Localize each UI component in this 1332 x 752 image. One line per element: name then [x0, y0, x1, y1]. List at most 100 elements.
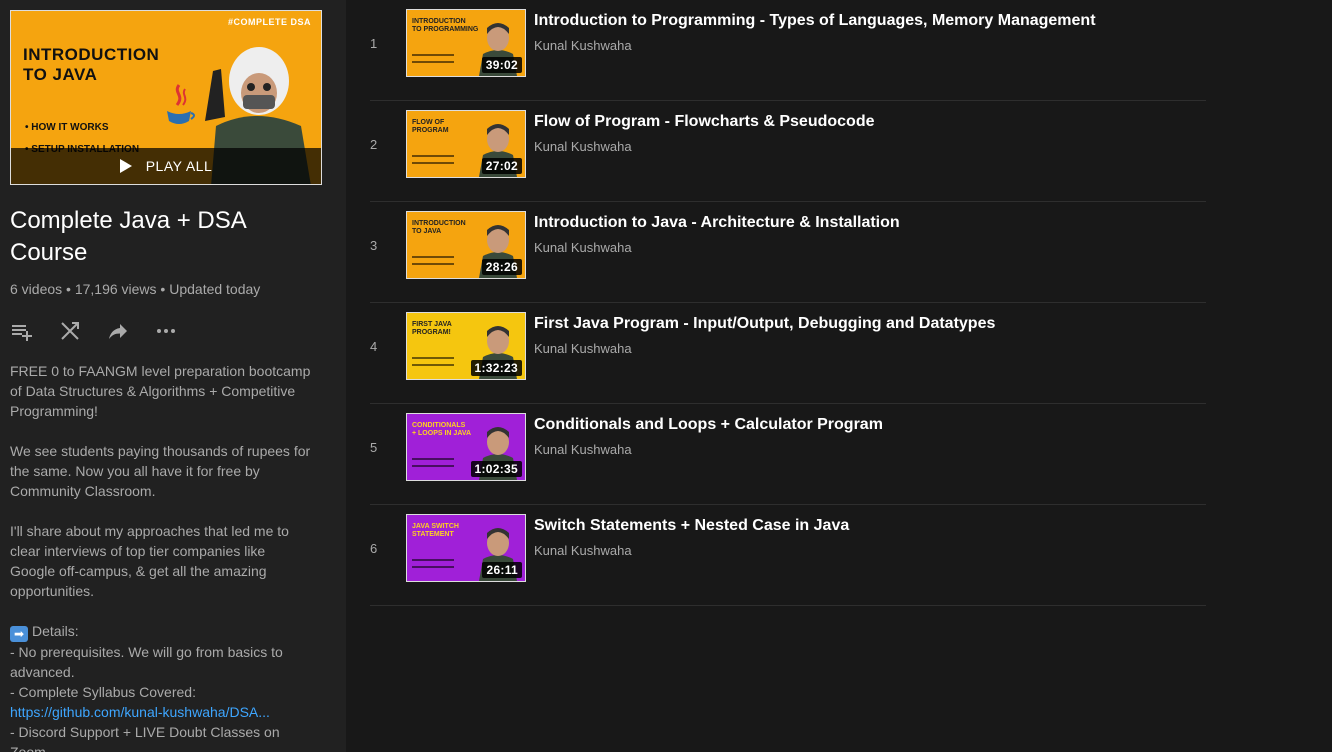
playlist-video-row[interactable]: 5 CONDITIONALS + LOOPS IN JAVA 1:02:35 C… — [370, 404, 1206, 505]
hero-title-line1: INTRODUCTION — [23, 45, 160, 64]
hero-bullet-1: • HOW IT WORKS — [25, 122, 109, 133]
playlist-video-row[interactable]: 4 FIRST JAVA PROGRAM! 1:32:23 First Java… — [370, 303, 1206, 404]
channel-name[interactable]: Kunal Kushwaha — [534, 240, 900, 255]
video-thumbnail[interactable]: INTRODUCTION TO PROGRAMMING 39:02 — [406, 9, 526, 77]
desc-line: - Discord Support + LIVE Doubt Classes o… — [10, 724, 280, 740]
thumbnail-title-line2: STATEMENT — [412, 531, 454, 538]
thumbnail-title: JAVA SWITCH STATEMENT — [412, 523, 459, 539]
playlist-video-row[interactable]: 2 FLOW OF PROGRAM 27:02 Flow of Program … — [370, 101, 1206, 202]
video-duration: 28:26 — [481, 259, 522, 275]
video-duration: 27:02 — [481, 158, 522, 174]
video-duration: 1:02:35 — [470, 461, 522, 477]
playlist-sidebar: #COMPLETE DSA INTRODUCTION TO JAVA • HOW… — [0, 0, 346, 752]
details-label: Details: — [32, 623, 79, 639]
thumbnail-title: CONDITIONALS + LOOPS IN JAVA — [412, 422, 471, 438]
playlist-video-list: 1 INTRODUCTION TO PROGRAMMING 39:02 Intr… — [346, 0, 1332, 752]
hero-title: INTRODUCTION TO JAVA — [23, 45, 159, 85]
thumbnail-title: INTRODUCTION TO PROGRAMMING — [412, 18, 478, 34]
video-thumbnail[interactable]: INTRODUCTION TO JAVA 28:26 — [406, 211, 526, 279]
video-title[interactable]: Flow of Program - Flowcharts & Pseudocod… — [534, 111, 874, 133]
channel-name[interactable]: Kunal Kushwaha — [534, 341, 995, 356]
play-icon — [119, 159, 132, 173]
playlist-thumbnail[interactable]: #COMPLETE DSA INTRODUCTION TO JAVA • HOW… — [10, 10, 322, 185]
video-index: 6 — [370, 541, 378, 556]
video-duration: 39:02 — [481, 57, 522, 73]
channel-name[interactable]: Kunal Kushwaha — [534, 543, 849, 558]
playlist-video-row[interactable]: 3 INTRODUCTION TO JAVA 28:26 Introductio… — [370, 202, 1206, 303]
playlist-video-row[interactable]: 1 INTRODUCTION TO PROGRAMMING 39:02 Intr… — [370, 0, 1206, 101]
share-icon[interactable] — [106, 319, 130, 343]
video-meta: First Java Program - Input/Output, Debug… — [534, 313, 995, 356]
thumbnail-bullets — [412, 54, 464, 68]
syllabus-link[interactable]: https://github.com/kunal-kushwaha/DSA... — [10, 702, 322, 722]
desc-line: - Complete Syllabus Covered: — [10, 684, 196, 700]
shuffle-icon[interactable] — [58, 319, 82, 343]
video-meta: Flow of Program - Flowcharts & Pseudocod… — [534, 111, 874, 154]
thumbnail-title-line1: FLOW OF — [412, 119, 445, 126]
thumbnail-title-line2: PROGRAM — [412, 127, 449, 134]
playlist-stats: 6 videos • 17,196 views • Updated today — [10, 281, 261, 297]
video-meta: Introduction to Java - Architecture & In… — [534, 212, 900, 255]
desc-line: Programming! — [10, 403, 98, 419]
video-duration: 26:11 — [482, 562, 522, 578]
thumbnail-title-line2: PROGRAM! — [412, 329, 451, 336]
thumbnail-title-line1: INTRODUCTION — [412, 220, 466, 227]
video-thumbnail[interactable]: FIRST JAVA PROGRAM! 1:32:23 — [406, 312, 526, 380]
details-heading: ➡ Details: — [10, 621, 322, 642]
video-title[interactable]: Switch Statements + Nested Case in Java — [534, 515, 849, 537]
right-arrow-icon: ➡ — [10, 626, 28, 642]
desc-line: of Data Structures & Algorithms + Compet… — [10, 383, 296, 399]
desc-line: We see students paying thousands of rupe… — [10, 443, 311, 459]
add-to-queue-icon[interactable] — [10, 319, 34, 343]
channel-name[interactable]: Kunal Kushwaha — [534, 442, 883, 457]
video-title[interactable]: First Java Program - Input/Output, Debug… — [534, 313, 995, 335]
video-meta: Introduction to Programming - Types of L… — [534, 10, 1096, 53]
thumbnail-bullets — [412, 155, 464, 169]
desc-line: Google off-campus, & get all the amazing — [10, 563, 267, 579]
video-index: 5 — [370, 440, 378, 455]
playlist-title[interactable]: Complete Java + DSA Course — [10, 205, 322, 269]
playlist-title-line2: Course — [10, 239, 88, 266]
thumbnail-bullets — [412, 256, 464, 270]
desc-line: opportunities. — [10, 583, 95, 599]
video-thumbnail[interactable]: FLOW OF PROGRAM 27:02 — [406, 110, 526, 178]
thumbnail-title-line1: CONDITIONALS — [412, 422, 466, 429]
desc-paragraph-2: We see students paying thousands of rupe… — [10, 441, 322, 501]
video-duration: 1:32:23 — [470, 360, 522, 376]
channel-name[interactable]: Kunal Kushwaha — [534, 38, 1096, 53]
video-meta: Conditionals and Loops + Calculator Prog… — [534, 414, 883, 457]
thumbnail-title: FLOW OF PROGRAM — [412, 119, 449, 135]
desc-paragraph-3: I'll share about my approaches that led … — [10, 521, 322, 601]
video-index: 1 — [370, 36, 378, 51]
playlist-actions — [10, 319, 322, 343]
video-title[interactable]: Conditionals and Loops + Calculator Prog… — [534, 414, 883, 436]
thumbnail-title-line2: + LOOPS IN JAVA — [412, 430, 472, 437]
video-thumbnail[interactable]: JAVA SWITCH STATEMENT 26:11 — [406, 514, 526, 582]
hero-tag: #COMPLETE DSA — [227, 17, 311, 27]
video-index: 2 — [370, 137, 378, 152]
video-thumbnail[interactable]: CONDITIONALS + LOOPS IN JAVA 1:02:35 — [406, 413, 526, 481]
play-all-button[interactable]: PLAY ALL — [11, 148, 321, 184]
thumbnail-title-line2: TO JAVA — [412, 228, 442, 235]
hero-title-line2: TO JAVA — [23, 65, 98, 84]
more-icon[interactable] — [154, 319, 178, 343]
video-index: 4 — [370, 339, 378, 354]
channel-name[interactable]: Kunal Kushwaha — [534, 139, 874, 154]
thumbnail-title-line2: TO PROGRAMMING — [412, 26, 479, 33]
desc-details: ➡ Details: - No prerequisites. We will go… — [10, 621, 322, 752]
desc-line: the same. Now you all have it for free b… — [10, 463, 260, 479]
desc-line: - No prerequisites. We will go from basi… — [10, 644, 283, 660]
video-title[interactable]: Introduction to Programming - Types of L… — [534, 10, 1096, 32]
play-all-label: PLAY ALL — [145, 158, 213, 174]
desc-paragraph-1: FREE 0 to FAANGM level preparation bootc… — [10, 361, 322, 421]
thumbnail-title: FIRST JAVA PROGRAM! — [412, 321, 452, 337]
desc-line: advanced. — [10, 664, 75, 680]
desc-line: I'll share about my approaches that led … — [10, 523, 289, 539]
video-title[interactable]: Introduction to Java - Architecture & In… — [534, 212, 900, 234]
playlist-title-line1: Complete Java + DSA — [10, 207, 247, 234]
video-meta: Switch Statements + Nested Case in Java … — [534, 515, 849, 558]
thumbnail-title: INTRODUCTION TO JAVA — [412, 220, 466, 236]
thumbnail-title-line1: FIRST JAVA — [412, 321, 452, 328]
playlist-video-row[interactable]: 6 JAVA SWITCH STATEMENT 26:11 Switch Sta… — [370, 505, 1206, 606]
thumbnail-bullets — [412, 357, 464, 371]
